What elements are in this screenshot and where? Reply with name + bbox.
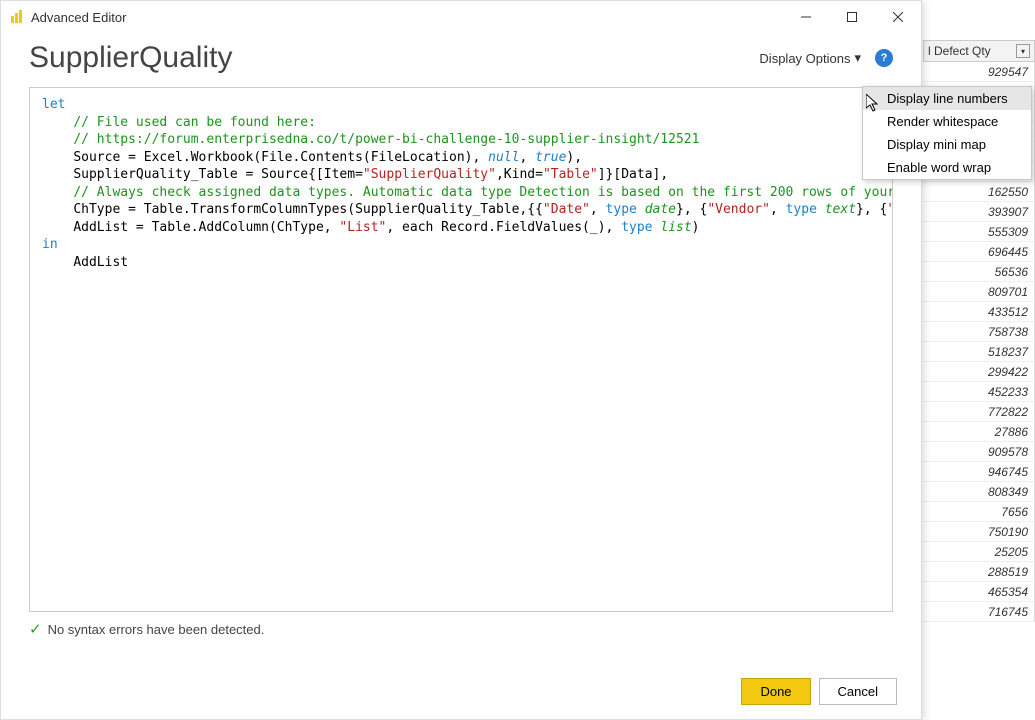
column-header-label: l Defect Qty [928,44,991,58]
table-cell[interactable]: 518237 [923,342,1035,362]
table-cell[interactable]: 27886 [923,422,1035,442]
table-cell[interactable]: 452233 [923,382,1035,402]
menu-item-mini-map[interactable]: Display mini map [863,133,1031,156]
close-button[interactable] [875,1,921,33]
titlebar: Advanced Editor [1,1,921,33]
syntax-status-text: No syntax errors have been detected. [48,622,265,637]
table-cell[interactable]: 555309 [923,222,1035,242]
table-cell[interactable]: 162550 [923,182,1035,202]
syntax-status: ✓ No syntax errors have been detected. [29,620,893,638]
app-icon [9,9,25,25]
window-title: Advanced Editor [31,10,783,25]
table-cell[interactable]: 809701 [923,282,1035,302]
table-cell[interactable]: 393907 [923,202,1035,222]
table-cell[interactable]: 758738 [923,322,1035,342]
table-cell[interactable]: 696445 [923,242,1035,262]
table-cell[interactable]: 433512 [923,302,1035,322]
menu-item-word-wrap[interactable]: Enable word wrap [863,156,1031,179]
done-button[interactable]: Done [741,678,810,705]
table-cell[interactable]: 772822 [923,402,1035,422]
table-cell[interactable]: 909578 [923,442,1035,462]
table-cell[interactable]: 56536 [923,262,1035,282]
table-cell[interactable]: 25205 [923,542,1035,562]
display-options-dropdown[interactable]: Display Options ▾ [759,50,861,66]
advanced-editor-dialog: Advanced Editor SupplierQuality Display … [0,0,922,720]
table-cell[interactable]: 750190 [923,522,1035,542]
table-cell[interactable]: 288519 [923,562,1035,582]
query-title: SupplierQuality [29,41,759,75]
column-header-defect-qty[interactable]: l Defect Qty ▾ [923,40,1035,62]
table-cell[interactable]: 7656 [923,502,1035,522]
menu-item-render-whitespace[interactable]: Render whitespace [863,110,1031,133]
minimize-button[interactable] [783,1,829,33]
help-icon[interactable]: ? [875,49,893,67]
cancel-button[interactable]: Cancel [819,678,897,705]
table-cell[interactable]: 808349 [923,482,1035,502]
code-editor[interactable]: let // File used can be found here: // h… [29,87,893,612]
table-cell[interactable]: 946745 [923,462,1035,482]
menu-item-line-numbers[interactable]: Display line numbers [863,87,1031,110]
chevron-down-icon: ▾ [854,50,861,66]
display-options-menu: Display line numbers Render whitespace D… [862,86,1032,180]
table-cell[interactable]: 465354 [923,582,1035,602]
check-icon: ✓ [29,620,42,638]
column-dropdown-icon[interactable]: ▾ [1016,44,1030,58]
table-cell[interactable]: 299422 [923,362,1035,382]
display-options-label: Display Options [759,51,850,66]
table-cell[interactable]: 716745 [923,602,1035,622]
maximize-button[interactable] [829,1,875,33]
table-cell[interactable]: 929547 [923,62,1035,82]
